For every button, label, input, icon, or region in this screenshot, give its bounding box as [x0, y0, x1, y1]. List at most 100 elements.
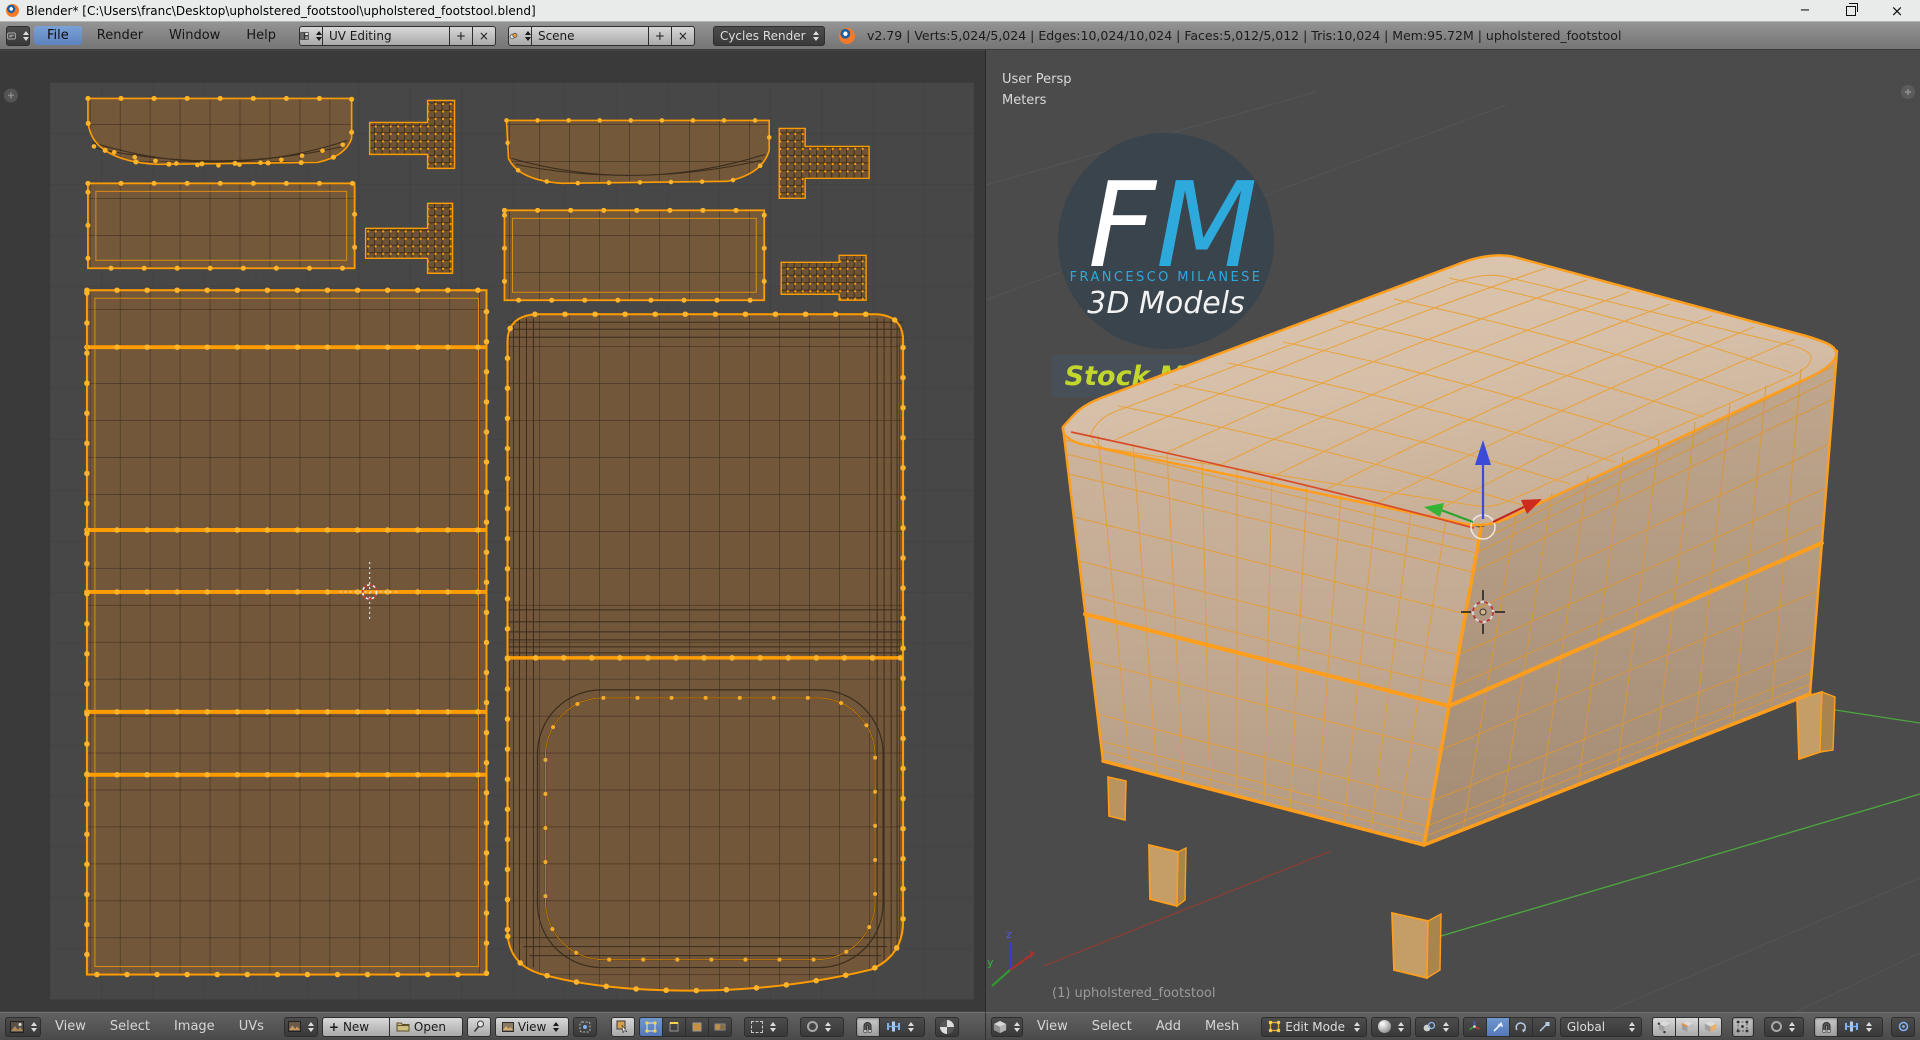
face-mode-icon: [692, 1022, 702, 1031]
view3d-menu-view[interactable]: View: [1027, 1019, 1078, 1034]
uv-select-face-button[interactable]: [684, 1016, 709, 1037]
pivot-point-dropdown[interactable]: [1414, 1016, 1459, 1037]
snap-toggle[interactable]: [1814, 1016, 1839, 1037]
magnet-icon: [863, 1022, 872, 1033]
view-name-label: User Persp: [1002, 72, 1072, 87]
uv-menu-view[interactable]: View: [45, 1019, 96, 1034]
vertex-select-button[interactable]: [1652, 1016, 1677, 1037]
3d-view-icon: [994, 1020, 1007, 1033]
scene-statistics: v2.79 | Verts:5,024/5,024 | Edges:10,024…: [866, 28, 1622, 43]
image-open-button[interactable]: Open: [388, 1016, 463, 1037]
uv-island-side-walls-left[interactable]: [84, 287, 490, 978]
image-datablock-button[interactable]: [283, 1016, 318, 1037]
uv-menu-select[interactable]: Select: [100, 1019, 160, 1034]
screen-layout-icon-button[interactable]: [298, 25, 323, 46]
view3d-menu-mesh[interactable]: Mesh: [1195, 1019, 1249, 1034]
units-label: Meters: [1002, 93, 1047, 108]
add-layout-button[interactable]: +: [448, 25, 473, 46]
dropdown-arrows-icon: [1629, 1021, 1636, 1032]
uv-select-edge-button[interactable]: [661, 1016, 686, 1037]
region-expand-icon[interactable]: [3, 88, 18, 103]
delete-scene-button[interactable]: ×: [670, 25, 695, 46]
close-button[interactable]: ×: [1874, 0, 1920, 22]
footstool-leg-right: [1796, 690, 1836, 761]
uv-editor-type-button[interactable]: [5, 1016, 41, 1037]
restore-icon: [1846, 2, 1858, 16]
sticky-selection-dropdown[interactable]: [743, 1016, 788, 1037]
footstool-leg-back-left: [1107, 775, 1127, 822]
watermark-subtitle: 3D Models: [1087, 286, 1244, 321]
uv-island-rect-left[interactable]: [85, 180, 358, 271]
screen-layout-field[interactable]: UV Editing: [321, 25, 450, 46]
translate-manipulator-button[interactable]: [1485, 1016, 1510, 1037]
open-button-label: Open: [413, 1019, 446, 1034]
uv-snap-toggle[interactable]: [855, 1016, 880, 1037]
proportional-edit-dropdown[interactable]: [1763, 1016, 1805, 1037]
image-draw-mode-dropdown[interactable]: View: [494, 1016, 569, 1037]
add-scene-button[interactable]: +: [647, 25, 672, 46]
delete-layout-button[interactable]: ×: [471, 25, 496, 46]
restore-button[interactable]: [1828, 0, 1874, 22]
view3d-menu-select[interactable]: Select: [1082, 1019, 1142, 1034]
uv-island-t-shape-4[interactable]: [780, 254, 867, 301]
plus-icon: +: [328, 1019, 339, 1034]
dropdown-arrows-icon: [23, 30, 29, 41]
face-select-button[interactable]: [1698, 1016, 1723, 1037]
uv-island-top-curved-right[interactable]: [504, 118, 772, 188]
minimize-icon: −: [1799, 3, 1811, 18]
uv-island-top-curved-left[interactable]: [85, 95, 357, 170]
pin-image-button[interactable]: [466, 1016, 491, 1037]
image-new-button[interactable]: + New: [321, 1016, 390, 1037]
uv-editor-canvas[interactable]: [0, 50, 986, 1012]
dropdown-arrows-icon: [812, 30, 819, 41]
transform-orientation-dropdown[interactable]: Global: [1559, 1016, 1643, 1037]
menu-render[interactable]: Render: [86, 28, 154, 43]
dropdown-arrows-icon: [30, 1021, 37, 1032]
face-cube-icon: [1704, 1020, 1716, 1033]
info-editor-icon: [7, 32, 16, 39]
region-expand-icon[interactable]: [1901, 85, 1915, 99]
orientation-label: Global: [1566, 1019, 1606, 1034]
uv-menu-image[interactable]: Image: [164, 1019, 225, 1034]
menu-file[interactable]: File: [34, 26, 82, 45]
uv-editor-header: View Select Image UVs + New Open View: [0, 1012, 986, 1040]
uv-snap-element-dropdown[interactable]: [878, 1016, 925, 1037]
menu-window[interactable]: Window: [158, 28, 231, 43]
uv-sync-selection-toggle[interactable]: [610, 1016, 635, 1037]
uv-island-seat-skirt[interactable]: [504, 311, 906, 994]
uv-select-island-button[interactable]: [707, 1016, 732, 1037]
menu-help[interactable]: Help: [235, 28, 287, 43]
viewport-shading-dropdown[interactable]: [1370, 1016, 1411, 1037]
edge-select-button[interactable]: [1675, 1016, 1700, 1037]
blender-logo-icon: [838, 27, 855, 44]
uv-island-rect-right[interactable]: [501, 207, 767, 303]
scene-icon-button[interactable]: [507, 25, 532, 46]
minimize-button[interactable]: −: [1782, 0, 1828, 22]
viewport-3d-header: View Select Add Mesh Edit Mode Global: [986, 1012, 1920, 1040]
render-engine-value: Cycles Render: [719, 28, 806, 43]
info-editor-type-button[interactable]: [6, 25, 30, 46]
scene-field[interactable]: Scene: [530, 25, 649, 46]
editor-headers: View Select Image UVs + New Open View Vi…: [0, 1012, 1920, 1040]
render-result-button[interactable]: [572, 1016, 597, 1037]
manipulator-toggle-button[interactable]: [1462, 1016, 1487, 1037]
uv-snap-group: [855, 1016, 925, 1037]
close-x-icon: ×: [677, 28, 688, 43]
snap-increment-icon: [1845, 1021, 1859, 1032]
viewport-editor-type-button[interactable]: [991, 1016, 1023, 1037]
uv-proportional-edit-dropdown[interactable]: [799, 1016, 844, 1037]
pivot-sphere-button[interactable]: [934, 1016, 959, 1037]
snap-element-dropdown[interactable]: [1837, 1016, 1884, 1037]
rotate-manipulator-button[interactable]: [1508, 1016, 1533, 1037]
uv-menu-uvs[interactable]: UVs: [229, 1019, 274, 1034]
mode-selector[interactable]: Edit Mode: [1261, 1016, 1367, 1037]
render-engine-selector[interactable]: Cycles Render: [712, 25, 825, 46]
uv-select-vertex-button[interactable]: [638, 1016, 663, 1037]
scale-manipulator-button[interactable]: [1531, 1016, 1556, 1037]
view3d-menu-add[interactable]: Add: [1146, 1019, 1191, 1034]
viewport-3d-canvas[interactable]: FM FRANCESCO MILANESE 3D Models Stock Mo…: [986, 50, 1920, 1012]
limit-selection-visible-button[interactable]: [1732, 1016, 1754, 1037]
snap-target-button-partial[interactable]: [1891, 1016, 1916, 1037]
close-icon: ×: [1890, 1, 1904, 20]
scene-icon: [509, 32, 518, 39]
